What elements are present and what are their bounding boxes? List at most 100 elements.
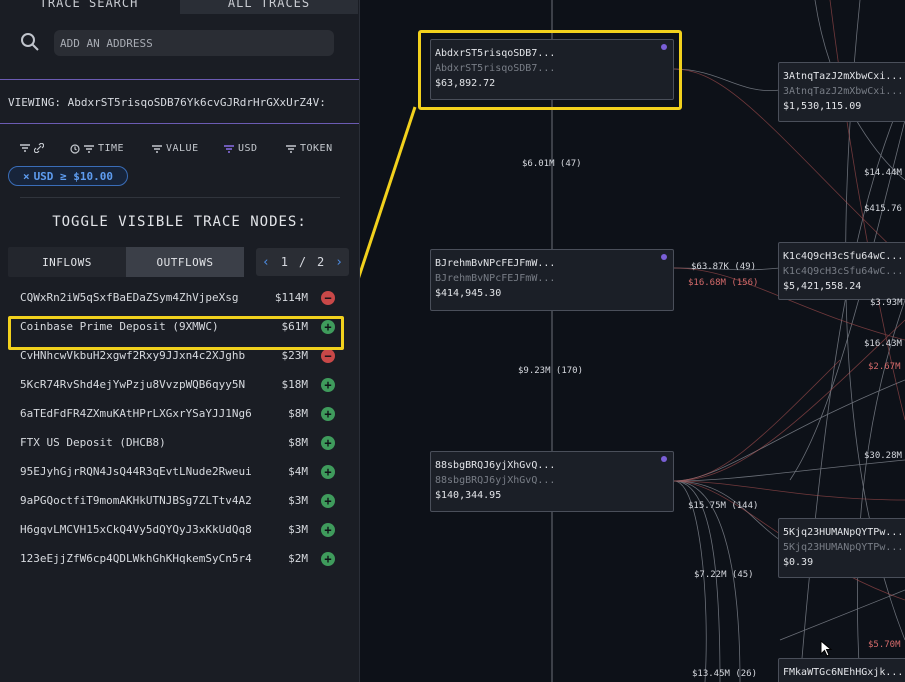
page-current: 1 [280, 255, 288, 269]
node-value: $5,421,558.24 [783, 281, 862, 292]
list-item-address: CQWxRn2iW5qSxfBaEDaZSym4ZhVjpeXsg [20, 291, 239, 304]
filter-usd-label: USD [238, 143, 258, 154]
trace-node[interactable]: AbdxrST5risqoSDB7... AbdxrST5risqoSDB7..… [430, 39, 674, 100]
chevron-left-icon[interactable]: ‹ [262, 255, 270, 270]
trace-node[interactable]: BJrehmBvNPcFEJFmW... BJrehmBvNPcFEJFmW..… [430, 249, 674, 311]
clock-icon [70, 143, 80, 154]
trace-node[interactable]: FMkaWTGc6NEhHGxjk... [778, 658, 905, 682]
node-status-dot [661, 456, 667, 462]
search-icon[interactable] [20, 32, 40, 52]
node-address: BJrehmBvNPcFEJFmW... [435, 258, 556, 269]
edge-label: $6.01M (47) [522, 159, 582, 169]
usd-filter-chip[interactable]: × USD ≥ $10.00 [8, 166, 128, 186]
list-item-address: FTX US Deposit (DHCB8) [20, 436, 166, 449]
filter-token-label: TOKEN [300, 143, 333, 154]
chevron-right-icon[interactable]: › [335, 255, 343, 270]
edge-label: $16.68M (156) [688, 278, 759, 288]
filter-icon [152, 144, 162, 153]
edge-label: $13.45M (26) [692, 669, 758, 679]
filter-icon [84, 144, 94, 153]
filter-usd[interactable]: USD [224, 143, 258, 154]
trace-node[interactable]: 5Kjq23HUMANpQYTPw... 5Kjq23HUMANpQYTPw..… [778, 518, 905, 578]
filter-time[interactable]: TIME [70, 143, 124, 154]
list-item-address: 95EJyhGjrRQN4JsQ44R3qEvtLNude2Rweui [20, 465, 252, 478]
node-value: $414,945.30 [435, 288, 502, 299]
list-item[interactable]: 9aPGQoctfiT9momAKHkUTNJBSg7ZLTtv4A2 $3M + [0, 487, 359, 515]
edge-label: $15.75M (144) [688, 501, 759, 511]
node-value: $0.39 [783, 557, 814, 568]
trace-node[interactable]: 3AtnqTazJ2mXbwCxi... 3AtnqTazJ2mXbwCxi..… [778, 62, 905, 122]
trace-node[interactable]: K1c4Q9cH3cSfu64wC... K1c4Q9cH3cSfu64wC..… [778, 242, 905, 300]
list-item-amount: $18M [281, 378, 309, 391]
node-address: FMkaWTGc6NEhHGxjk... [783, 667, 904, 678]
edge-label: $63.87K (49) [691, 262, 757, 272]
node-address: AbdxrST5risqoSDB7... [435, 48, 556, 59]
list-item-amount: $2M [288, 552, 308, 565]
filter-token[interactable]: TOKEN [286, 143, 333, 154]
viewing-address: VIEWING: AbdxrST5risqoSDB76Yk6cvGJRdrHrG… [0, 79, 359, 124]
add-icon[interactable]: + [321, 494, 335, 508]
link-icon [34, 143, 44, 153]
remove-icon[interactable]: − [321, 291, 335, 305]
node-address: 88sbgBRQJ6yjXhGvQ... [435, 460, 556, 471]
add-icon[interactable]: + [321, 552, 335, 566]
list-item[interactable]: H6gqvLMCVH15xCkQ4Vy5dQYQyJ3xKkUdQq8 $3M + [0, 516, 359, 544]
node-address: K1c4Q9cH3cSfu64wC... [783, 251, 904, 262]
list-item[interactable]: FTX US Deposit (DHCB8) $8M + [0, 429, 359, 457]
node-value: $63,892.72 [435, 78, 496, 89]
tab-all-traces[interactable]: ALL TRACES [180, 0, 358, 14]
list-item[interactable]: 6aTEdFdFR4ZXmuKAtHPrLXGxrYSaYJJ1Ng6 $8M + [0, 400, 359, 428]
filter-icon [286, 144, 296, 153]
node-address: 5Kjq23HUMANpQYTPw... [783, 527, 904, 538]
tab-inflows[interactable]: INFLOWS [8, 247, 126, 277]
search-input[interactable] [54, 30, 334, 56]
close-icon[interactable]: × [23, 170, 30, 183]
node-value: $1,530,115.09 [783, 101, 862, 112]
filter-icon [20, 144, 30, 152]
edge-label: $415.76 [864, 204, 902, 214]
list-item[interactable]: CQWxRn2iW5qSxfBaEDaZSym4ZhVjpeXsg $114M − [0, 284, 359, 312]
filter-icon [224, 144, 234, 153]
filter-value-label: VALUE [166, 143, 199, 154]
edge-label: $3.93M [870, 298, 903, 308]
add-icon[interactable]: + [321, 465, 335, 479]
list-item-amount: $3M [288, 494, 308, 507]
highlight-annotation [8, 316, 344, 350]
node-status-dot [661, 254, 667, 260]
edge-label: $14.44M [864, 168, 902, 178]
node-address-secondary: 5Kjq23HUMANpQYTPw... [783, 542, 904, 553]
edge-label: $16.43M [864, 339, 902, 349]
list-item-amount: $3M [288, 523, 308, 536]
add-icon[interactable]: + [321, 523, 335, 537]
add-icon[interactable]: + [321, 378, 335, 392]
list-item[interactable]: 95EJyhGjrRQN4JsQ44R3qEvtLNude2Rweui $4M + [0, 458, 359, 486]
toggle-title: TOGGLE VISIBLE TRACE NODES: [52, 214, 307, 230]
edge-label: $30.28M [864, 451, 902, 461]
trace-node[interactable]: 88sbgBRQJ6yjXhGvQ... 88sbgBRQJ6yjXhGvQ..… [430, 451, 674, 512]
list-item[interactable]: 5KcR74RvShd4ejYwPzju8VvzpWQB6qyy5N $18M + [0, 371, 359, 399]
edge-label: $9.23M (170) [518, 366, 584, 376]
node-address-secondary: 88sbgBRQJ6yjXhGvQ... [435, 475, 556, 486]
filter-link[interactable] [20, 143, 44, 153]
divider [20, 197, 340, 198]
list-item-address: 6aTEdFdFR4ZXmuKAtHPrLXGxrYSaYJJ1Ng6 [20, 407, 252, 420]
list-item-address: 9aPGQoctfiT9momAKHkUTNJBSg7ZLTtv4A2 [20, 494, 252, 507]
page-total: 2 [317, 255, 325, 269]
list-item-address: 5KcR74RvShd4ejYwPzju8VvzpWQB6qyy5N [20, 378, 246, 391]
list-item-amount: $8M [288, 436, 308, 449]
add-icon[interactable]: + [321, 436, 335, 450]
filter-value[interactable]: VALUE [152, 143, 199, 154]
node-value: $140,344.95 [435, 490, 502, 501]
list-item-amount: $114M [274, 291, 308, 304]
list-item-address: 123eEjjZfW6cp4QDLWkhGhKHqkemSyCn5r4 [20, 552, 252, 565]
node-address-secondary: AbdxrST5risqoSDB7... [435, 63, 556, 74]
node-address-secondary: K1c4Q9cH3cSfu64wC... [783, 266, 904, 277]
trace-graph[interactable]: AbdxrST5risqoSDB7... AbdxrST5risqoSDB7..… [360, 0, 905, 682]
list-item[interactable]: 123eEjjZfW6cp4QDLWkhGhKHqkemSyCn5r4 $2M + [0, 545, 359, 573]
add-icon[interactable]: + [321, 407, 335, 421]
tab-trace-search[interactable]: TRACE SEARCH [0, 0, 178, 14]
remove-icon[interactable]: − [321, 349, 335, 363]
tab-outflows[interactable]: OUTFLOWS [126, 247, 244, 277]
list-item-address: H6gqvLMCVH15xCkQ4Vy5dQYQyJ3xKkUdQq8 [20, 523, 252, 536]
list-item-amount: $4M [288, 465, 308, 478]
